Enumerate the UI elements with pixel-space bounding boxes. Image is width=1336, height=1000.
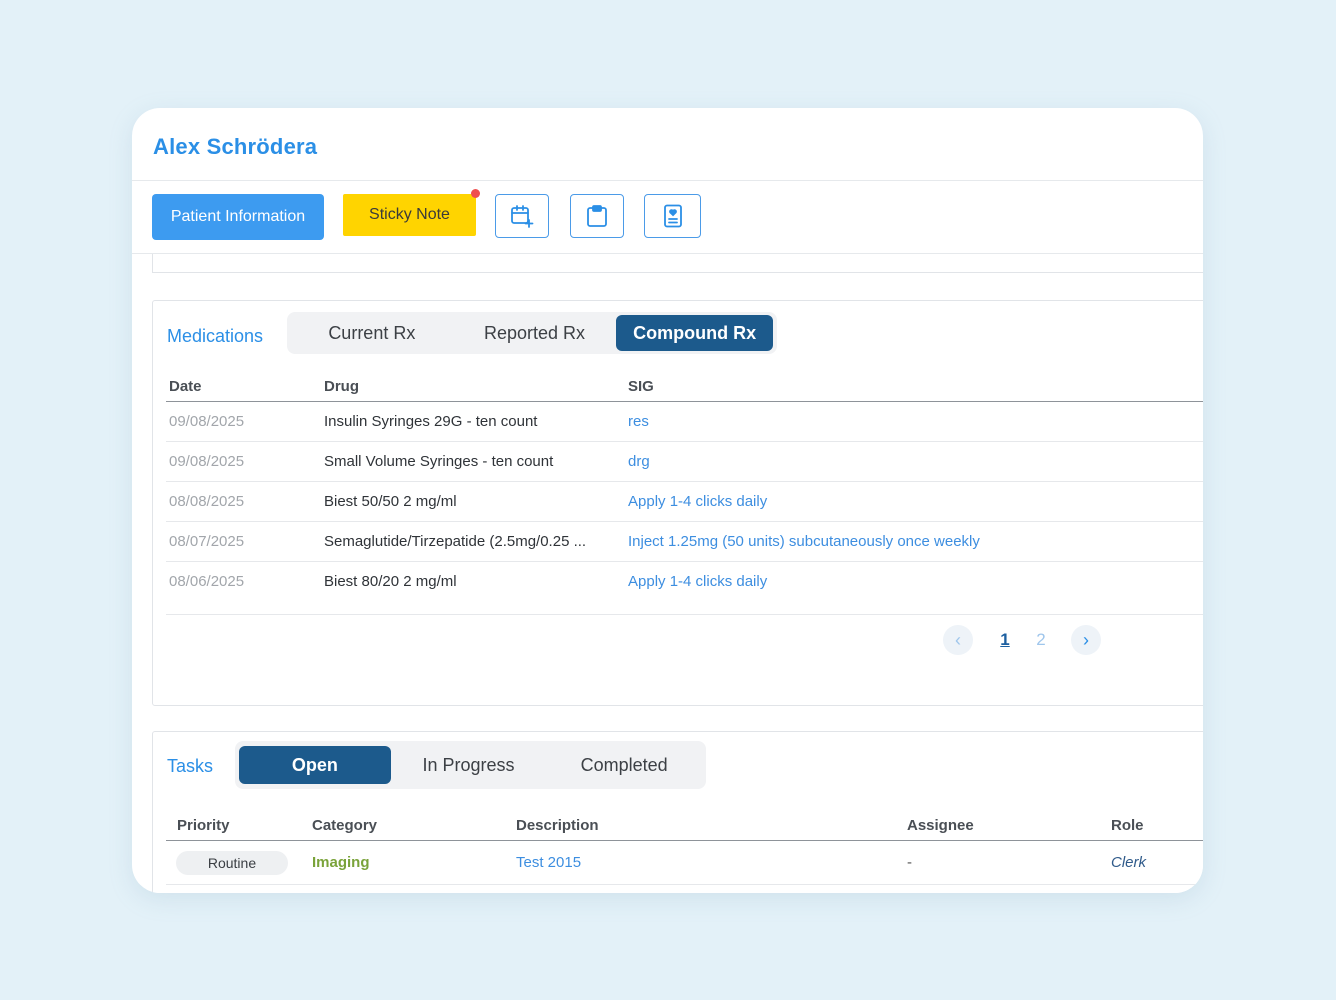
medical-record-button[interactable]	[644, 194, 701, 238]
priority-badge: Routine	[176, 850, 288, 875]
table-row[interactable]: 08/08/2025 Biest 50/50 2 mg/ml Apply 1-4…	[166, 481, 1203, 522]
row-date: 09/08/2025	[166, 441, 321, 482]
column-header-category: Category	[309, 814, 513, 841]
schedule-appointment-button[interactable]	[495, 194, 549, 238]
tasks-panel: Tasks Open In Progress Completed Priorit…	[152, 731, 1203, 893]
column-header-drug: Drug	[321, 375, 625, 402]
patient-name: Alex Schrödera	[153, 134, 318, 159]
tasks-title: Tasks	[167, 756, 214, 776]
tasks-table: Priority Category Description Assignee R…	[166, 814, 1203, 885]
row-drug: Semaglutide/Tirzepatide (2.5mg/0.25 ...	[321, 521, 625, 562]
column-header-assignee: Assignee	[904, 814, 1108, 841]
tab-in-progress[interactable]: In Progress	[391, 747, 547, 783]
table-row[interactable]: Routine Imaging Test 2015 - Clerk	[166, 840, 1203, 885]
row-role: Clerk	[1108, 840, 1203, 885]
table-row[interactable]: 09/08/2025 Insulin Syringes 29G - ten co…	[166, 401, 1203, 442]
patient-information-button[interactable]: Patient Information	[152, 194, 324, 240]
row-drug: Biest 50/50 2 mg/ml	[321, 481, 625, 522]
medications-header-row: Date Drug SIG	[166, 375, 1203, 402]
row-date: 09/08/2025	[166, 401, 321, 442]
patient-card: Alex Schrödera Patient Information Stick…	[132, 108, 1203, 893]
row-date: 08/06/2025	[169, 573, 245, 590]
column-header-priority: Priority	[166, 814, 309, 841]
header-divider	[132, 180, 1203, 181]
medications-title: Medications	[167, 326, 264, 346]
row-assignee: -	[904, 840, 1108, 885]
previous-page-icon[interactable]: ‹	[943, 625, 973, 655]
row-priority: Routine	[166, 840, 309, 885]
row-sig: drg	[625, 441, 1203, 482]
column-header-sig: SIG	[625, 375, 1203, 402]
table-footer-divider	[166, 614, 1203, 615]
medications-table: Date Drug SIG 09/08/2025 Insulin Syringe…	[166, 375, 1203, 601]
tab-completed[interactable]: Completed	[546, 747, 702, 783]
row-drug: Small Volume Syringes - ten count	[321, 441, 625, 482]
page-2[interactable]: 2	[1023, 630, 1059, 650]
row-drug: Insulin Syringes 29G - ten count	[321, 401, 625, 442]
row-date: 08/08/2025	[166, 481, 321, 522]
next-page-icon[interactable]: ›	[1071, 625, 1101, 655]
medications-panel: Medications Current Rx Reported Rx Compo…	[152, 300, 1203, 706]
clipboard-button[interactable]	[570, 194, 624, 238]
row-sig: res	[625, 401, 1203, 442]
table-row[interactable]: 08/07/2025 Semaglutide/Tirzepatide (2.5m…	[166, 521, 1203, 562]
tab-current-rx[interactable]: Current Rx	[291, 315, 453, 351]
tab-open[interactable]: Open	[239, 746, 391, 784]
column-header-description: Description	[513, 814, 904, 841]
calendar-plus-icon	[511, 205, 534, 228]
sticky-note-button[interactable]: Sticky Note	[343, 194, 476, 236]
sticky-note-notification-dot	[471, 189, 480, 198]
medical-record-icon	[663, 204, 682, 228]
tab-compound-rx[interactable]: Compound Rx	[616, 315, 773, 351]
page-1[interactable]: 1	[987, 630, 1023, 650]
collapsed-panel	[152, 254, 1203, 273]
row-date: 08/07/2025	[166, 521, 321, 562]
pagination: ‹ 1 2 ›	[943, 625, 1101, 655]
column-header-role: Role	[1108, 814, 1203, 841]
row-sig: Inject 1.25mg (50 units) subcutaneously …	[625, 521, 1203, 562]
table-row[interactable]: 09/08/2025 Small Volume Syringes - ten c…	[166, 441, 1203, 482]
column-header-date: Date	[166, 375, 321, 402]
row-sig: Apply 1-4 clicks daily	[628, 573, 768, 590]
tasks-tabs: Open In Progress Completed	[235, 741, 706, 789]
table-row[interactable]: 08/06/2025 Biest 80/20 2 mg/ml Apply 1-4…	[166, 562, 1203, 602]
row-category: Imaging	[309, 840, 513, 885]
row-description: Test 2015	[513, 840, 904, 885]
medications-tabs: Current Rx Reported Rx Compound Rx	[287, 312, 777, 354]
row-sig: Apply 1-4 clicks daily	[625, 481, 1203, 522]
row-drug: Biest 80/20 2 mg/ml	[324, 573, 457, 590]
tasks-header-row: Priority Category Description Assignee R…	[166, 814, 1203, 841]
clipboard-icon	[587, 205, 607, 227]
tab-reported-rx[interactable]: Reported Rx	[453, 315, 617, 351]
